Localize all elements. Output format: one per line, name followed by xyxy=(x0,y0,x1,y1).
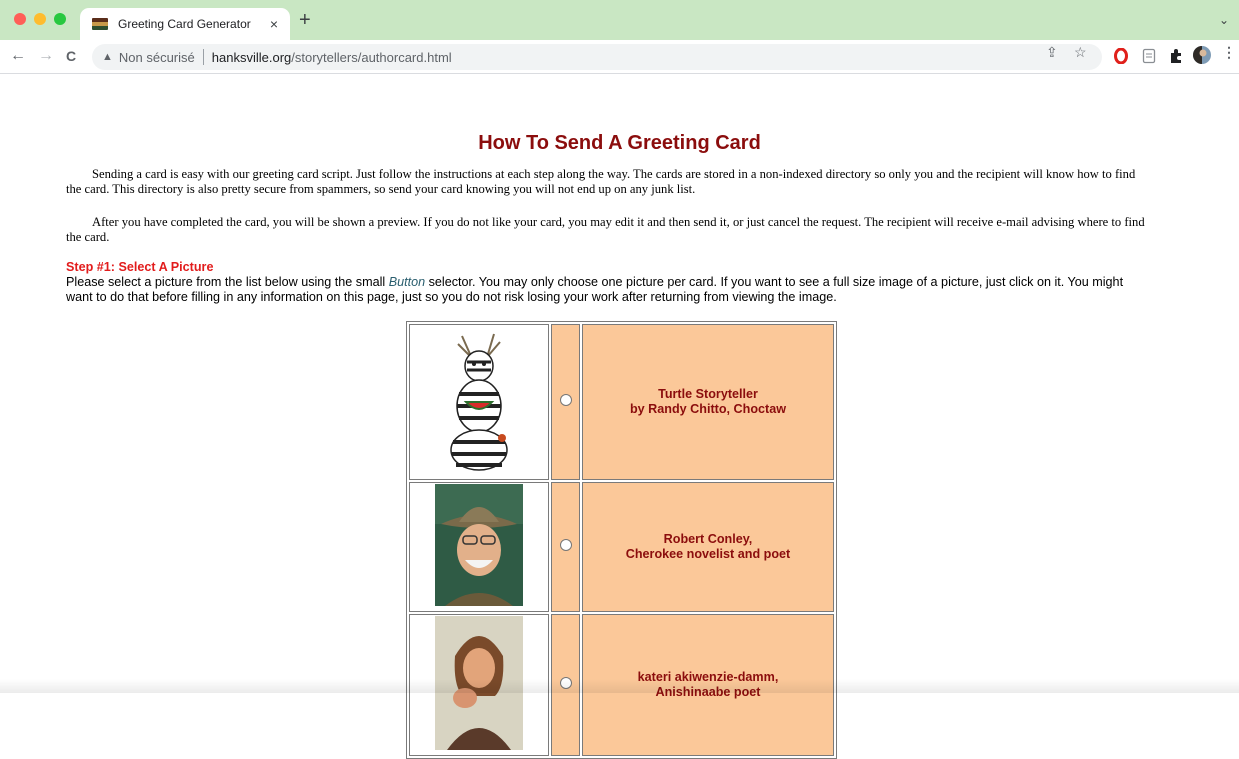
minimize-window-button[interactable] xyxy=(34,13,46,25)
reload-button[interactable]: C xyxy=(66,46,76,66)
picture-cell xyxy=(409,482,549,612)
caption-line-1: Turtle Storyteller xyxy=(658,387,758,401)
back-button[interactable]: ← xyxy=(10,46,26,66)
button-word: Button xyxy=(388,275,426,289)
favicon-icon xyxy=(92,18,108,30)
forward-button[interactable]: → xyxy=(38,46,54,66)
preview-paragraph: After you have completed the card, you w… xyxy=(66,215,1145,244)
new-tab-button[interactable]: + xyxy=(299,10,311,30)
radio-cell xyxy=(551,324,580,480)
url-host: hanksville.org xyxy=(211,49,292,65)
step-1-instructions: Please select a picture from the list be… xyxy=(66,275,1151,304)
tab-title: Greeting Card Generator xyxy=(118,17,251,31)
reader-extension-icon[interactable] xyxy=(1142,48,1156,64)
window-controls xyxy=(14,13,66,25)
tab-search-chevron-icon[interactable]: ⌄ xyxy=(1219,13,1229,27)
picture-radio-1[interactable] xyxy=(559,394,572,406)
security-label: Non sécurisé xyxy=(118,49,195,65)
caption-line-1: Robert Conley, xyxy=(663,532,753,546)
page-content: How To Send A Greeting Card Sending a ca… xyxy=(0,74,1239,759)
opera-extension-icon[interactable] xyxy=(1114,48,1128,64)
picture-caption: Turtle Storyteller by Randy Chitto, Choct… xyxy=(582,324,834,480)
step-1-text-start: Please select a picture from the list be… xyxy=(66,275,389,289)
browser-tab-bar: Greeting Card Generator × + ⌄ xyxy=(0,0,1239,40)
omnibox-divider xyxy=(202,49,204,65)
browser-toolbar: ← → C ▲ Non sécurisé hanksville.org/stor… xyxy=(0,40,1239,74)
caption-line-2: Cherokee novelist and poet xyxy=(625,547,791,561)
robert-conley-photo[interactable] xyxy=(435,483,523,606)
maximize-window-button[interactable] xyxy=(54,13,66,25)
profile-avatar[interactable] xyxy=(1192,45,1212,65)
tab-close-icon[interactable]: × xyxy=(270,16,278,32)
url-path: /storytellers/authorcard.html xyxy=(291,49,452,65)
picture-caption: Robert Conley, Cherokee novelist and poet xyxy=(582,482,834,612)
browser-menu-icon[interactable]: ⋮ xyxy=(1222,44,1236,61)
picture-selection-table: Turtle Storyteller by Randy Chitto, Choct… xyxy=(406,321,837,759)
bookmark-star-icon[interactable]: ☆ xyxy=(1074,44,1087,61)
close-window-button[interactable] xyxy=(14,13,26,25)
radio-cell xyxy=(551,482,580,612)
active-tab[interactable]: Greeting Card Generator × xyxy=(80,8,290,40)
turtle-storyteller-figure-image[interactable] xyxy=(440,326,518,474)
picture-row: Robert Conley, Cherokee novelist and poet xyxy=(409,482,834,612)
warning-icon: ▲ xyxy=(102,51,113,63)
caption-line-2: by Randy Chitto, Choctaw xyxy=(629,402,787,416)
picture-radio-2[interactable] xyxy=(559,539,572,551)
bottom-shadow xyxy=(0,679,1239,693)
picture-row: Turtle Storyteller by Randy Chitto, Choct… xyxy=(409,324,834,480)
address-bar[interactable]: ▲ Non sécurisé hanksville.org/storytelle… xyxy=(92,44,1102,70)
intro-paragraph: Sending a card is easy with our greeting… xyxy=(66,167,1136,196)
picture-cell xyxy=(409,324,549,480)
step-1-title: Step #1: Select A Picture xyxy=(66,260,214,274)
share-icon[interactable]: ⇪ xyxy=(1046,44,1058,61)
extensions-puzzle-icon[interactable] xyxy=(1168,48,1184,64)
page-title: How To Send A Greeting Card xyxy=(478,132,761,154)
